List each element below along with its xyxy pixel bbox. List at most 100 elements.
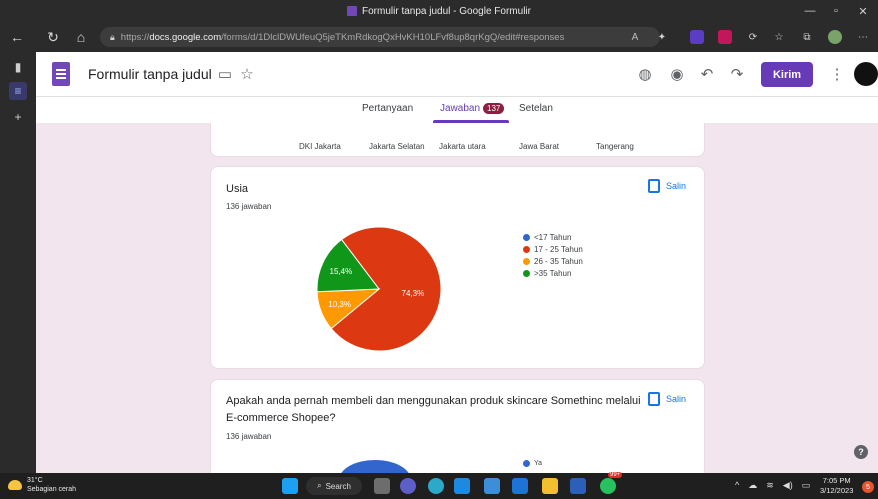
notification-badge: 99+ [608, 472, 623, 478]
battery-icon[interactable]: ▭ [802, 480, 811, 491]
partly-sunny-icon [8, 480, 22, 490]
taskbar-search[interactable]: ⌕ Search [306, 477, 362, 495]
pie-chart-partial [339, 460, 411, 473]
palette-icon[interactable]: ◍ [636, 65, 654, 83]
weather-status: Sebagian cerah [27, 486, 77, 493]
star-icon[interactable]: ☆ [238, 65, 256, 83]
tab-actions-icon[interactable]: ▮ [9, 58, 27, 76]
edge-icon[interactable] [428, 478, 444, 494]
read-aloud-icon[interactable]: A [628, 30, 642, 44]
help-icon[interactable]: ? [854, 445, 868, 459]
pie-data-label: 74,3% [402, 289, 425, 298]
folder-icon[interactable]: ▭ [216, 65, 234, 83]
undo-icon[interactable]: ↶ [698, 65, 716, 83]
extension-icon[interactable] [718, 30, 732, 44]
forms-tab-icon[interactable]: ≡ [9, 82, 27, 100]
file-explorer-icon[interactable] [542, 478, 558, 494]
legend-label: Ya [534, 460, 543, 467]
home-icon[interactable]: ⌂ [72, 28, 90, 46]
back-icon[interactable]: ← [8, 28, 26, 46]
legend-item: 26 - 35 Tahun [523, 257, 583, 266]
question-card-usia: Usia 136 jawaban Salin 74,3% 10,3% 15,4% <… [210, 166, 705, 369]
volume-icon[interactable]: ◀) [783, 480, 793, 491]
time: 7:05 PM [822, 476, 851, 485]
url-host: docs.google.com [149, 31, 222, 43]
more-options-icon[interactable]: ⋮ [828, 65, 846, 83]
axis-tick-label: Jakarta Selatan [369, 142, 425, 151]
new-tab-icon[interactable]: + [9, 108, 27, 126]
weather-widget[interactable]: 31°C Sebagian cerah [8, 476, 76, 494]
whatsapp-icon[interactable]: 99+ [600, 472, 623, 494]
search-icon: ⌕ [317, 481, 322, 490]
legend-swatch [523, 460, 530, 467]
form-title[interactable]: Formulir tanpa judul [88, 66, 212, 82]
extensions-puzzle-icon[interactable]: ⟳ [746, 30, 760, 44]
preview-eye-icon[interactable]: ◉ [668, 65, 686, 83]
copy-icon [648, 392, 660, 406]
copy-icon [648, 179, 660, 193]
clock[interactable]: 7:05 PM 3/12/2023 [820, 476, 853, 496]
forms-favicon-icon [347, 6, 358, 16]
tab-responses[interactable]: Jawaban 137 [440, 103, 505, 114]
date: 3/12/2023 [820, 486, 854, 495]
axis-tick-label: Jawa Barat [519, 142, 560, 151]
legend-swatch [523, 258, 530, 265]
copy-chart-button[interactable]: Salin [648, 179, 686, 193]
system-tray[interactable]: ^ ☁ ≋ ◀) ▭ [735, 480, 810, 491]
legend-label: 17 - 25 Tahun [534, 245, 583, 254]
legend-swatch [523, 246, 530, 253]
redo-icon[interactable]: ↷ [728, 65, 746, 83]
copy-label: Salin [666, 181, 687, 191]
more-menu-icon[interactable]: ⋯ [856, 30, 870, 44]
address-bar[interactable]: 🔒︎ https://docs.google.com/forms/d/1Dlcl… [100, 27, 660, 47]
legend-swatch [523, 270, 530, 277]
question-title-line1: Apakah anda pernah membeli dan menggunak… [226, 395, 641, 407]
app-icon[interactable] [512, 478, 528, 494]
send-button[interactable]: Kirim [761, 62, 813, 87]
legend-item: 17 - 25 Tahun [523, 245, 583, 254]
profile-avatar[interactable] [828, 30, 842, 44]
forms-header: Formulir tanpa judul ▭ ☆ ◍ ◉ ↶ ↷ Kirim ⋮ [36, 52, 878, 97]
copy-label: Salin [666, 394, 687, 404]
pie-data-label: 15,4% [330, 267, 353, 276]
previous-question-card: DKI Jakarta Jakarta Selatan Jakarta utar… [210, 123, 705, 157]
meet-icon[interactable] [400, 478, 416, 494]
extension-icon[interactable] [690, 30, 704, 44]
windows-taskbar: 31°C Sebagian cerah ⌕ Search 99+ ^ ☁ ≋ ◀… [0, 472, 878, 499]
task-view-icon[interactable] [374, 478, 390, 494]
store-icon[interactable] [484, 478, 500, 494]
refresh-icon[interactable]: ↻ [44, 28, 62, 46]
browser-sidebar: ▮ ≡ + [0, 52, 36, 473]
extension-icon[interactable]: ✦ [655, 30, 669, 44]
lock-icon: 🔒︎ [110, 31, 115, 42]
usia-pie-chart: 74,3% 10,3% 15,4% [316, 226, 442, 352]
url-path: /forms/d/1DlclDWUfeuQ5jeTKmRdkogQxHvKH10… [221, 31, 565, 43]
legend-item: >35 Tahun [523, 269, 571, 278]
minimize-icon[interactable]: — [797, 0, 823, 22]
restore-icon[interactable]: ▫ [823, 0, 849, 22]
notification-center-badge[interactable]: 5 [862, 481, 874, 493]
collections-icon[interactable]: ⧉ [800, 30, 814, 44]
word-icon[interactable] [570, 478, 586, 494]
url-prefix: https:// [120, 31, 150, 43]
cloud-icon[interactable]: ☁ [748, 480, 757, 491]
copy-chart-button[interactable]: Salin [648, 392, 686, 406]
tab-responses-label: Jawaban [440, 103, 481, 114]
close-icon[interactable]: ✕ [850, 0, 876, 22]
question-title-line2: E-commerce Shopee? [226, 412, 336, 424]
legend-label: <17 Tahun [534, 233, 572, 242]
google-forms-logo-icon[interactable] [52, 62, 70, 86]
favorites-icon[interactable]: ☆ [772, 30, 786, 44]
tab-questions[interactable]: Pertanyaan [362, 103, 413, 114]
window-title: Formulir tanpa judul - Google Formulir [362, 5, 531, 17]
start-icon[interactable] [282, 478, 298, 494]
telegram-icon[interactable] [454, 478, 470, 494]
chevron-up-icon[interactable]: ^ [735, 480, 739, 491]
axis-tick-label: Jakarta utara [439, 142, 486, 151]
legend-swatch [523, 234, 530, 241]
wifi-icon[interactable]: ≋ [766, 480, 774, 491]
responses-content[interactable]: DKI Jakarta Jakarta Selatan Jakarta utar… [36, 123, 878, 473]
legend-item: Ya [523, 460, 542, 467]
avatar[interactable] [854, 62, 878, 86]
tab-settings[interactable]: Setelan [519, 103, 553, 114]
